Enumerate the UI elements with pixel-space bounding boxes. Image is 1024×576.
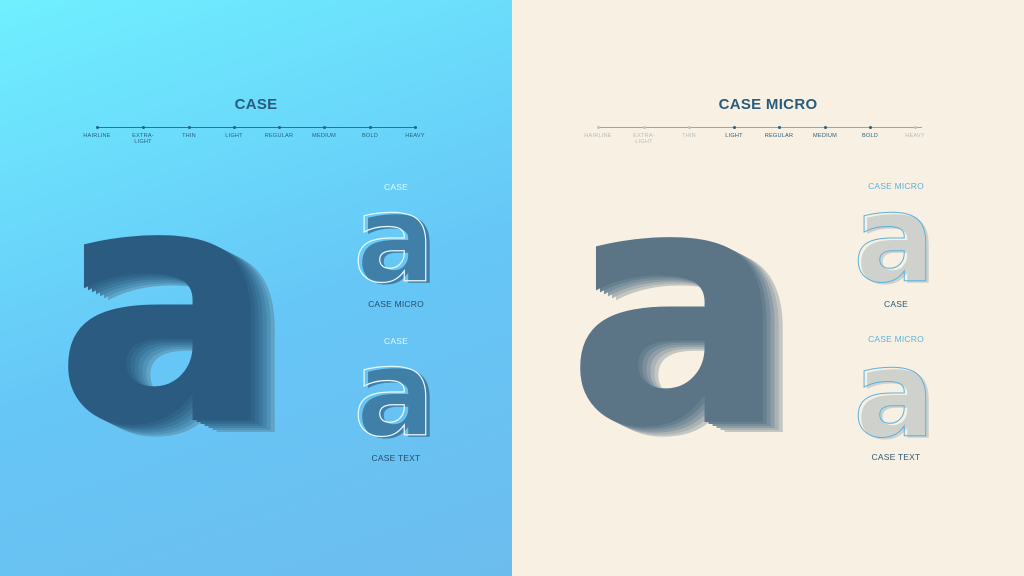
compare-bottom-glyph-a: a a [853,342,939,447]
compare-bottom-label-below: CASE TEXT [371,453,421,463]
compare-top-label-below: CASE MICRO [368,299,424,309]
svg-text:a: a [353,190,435,295]
weight-tick-heavy: HEAVY [887,122,943,139]
case-micro-panel: CASE MICRO HAIRLINE EXTRA- LIGHT THIN LI… [512,0,1024,576]
compare-top-label-below: CASE [884,299,908,309]
weight-tick-heavy: HEAVY [387,122,443,139]
svg-text:a: a [54,150,277,450]
panel-title: CASE MICRO [718,96,818,113]
svg-text:a: a [853,342,935,447]
case-panel: CASE HAIRLINE EXTRA- LIGHT THIN LIGHT RE… [0,0,512,576]
weight-scale: HAIRLINE EXTRA- LIGHT THIN LIGHT REGULAR… [512,122,1024,152]
compare-top-glyph-a: a a [352,190,439,295]
svg-text:a: a [853,188,935,293]
compare-bottom-label-below: CASE TEXT [871,452,921,462]
weight-stack-glyph-a: a a a a a a a [54,150,301,450]
svg-text:a: a [353,343,435,448]
compare-top-glyph-a: a a [853,188,939,293]
compare-bottom-glyph-a: a a [352,343,439,448]
svg-text:a: a [566,150,789,450]
panel-title: CASE [234,96,278,113]
weight-scale: HAIRLINE EXTRA- LIGHT THIN LIGHT REGULAR… [0,122,512,152]
weight-stack-glyph-a: a a a a a a [566,150,809,450]
